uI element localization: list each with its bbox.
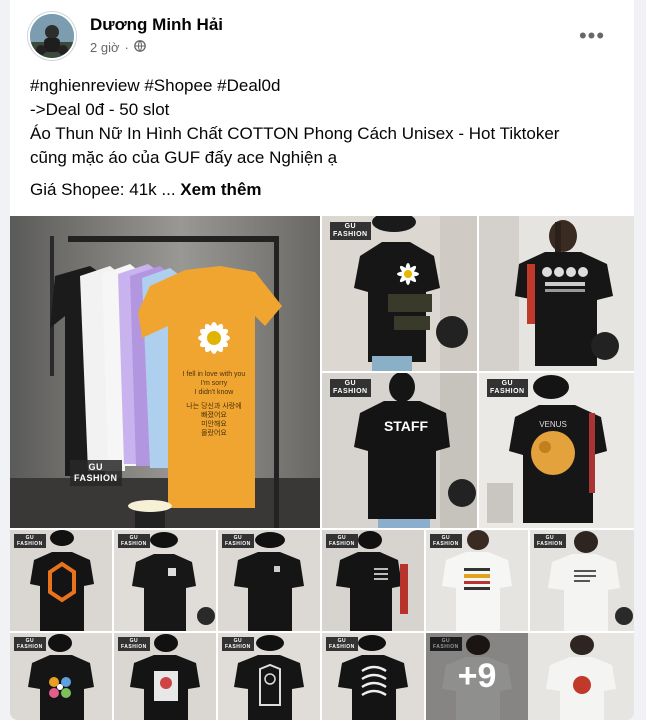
venus-print-text: VENUS (539, 420, 567, 429)
post-line-hashtags[interactable]: #nghienreview #Shopee #Deal0d (30, 74, 620, 98)
globe-icon[interactable] (133, 40, 146, 55)
watermark-gu-fashion: GU FASHION (118, 637, 150, 651)
post-meta: 2 giờ · (90, 40, 146, 55)
separator-dot: · (124, 40, 129, 55)
photo-anime-print[interactable]: GU FASHION (114, 633, 216, 720)
post-line-title: Áo Thun Nữ In Hình Chất COTTON Phong Các… (30, 124, 560, 143)
extra-photos-count[interactable]: +9 (426, 633, 528, 720)
watermark-gu-fashion: GU FASHION (326, 637, 358, 651)
watermark-gu-fashion: GU FASHION (70, 460, 122, 486)
watermark-gu-fashion: GU FASHION (222, 637, 254, 651)
post-text: #nghienreview #Shopee #Deal0d ->Deal 0đ … (30, 74, 620, 202)
svg-text:I fell in love with you: I fell in love with you (183, 371, 246, 378)
photo-wave-print[interactable]: GU FASHION (322, 633, 424, 720)
svg-text:빠졌어요: 빠졌어요 (201, 410, 227, 419)
watermark-gu-fashion: GU FASHION (330, 379, 371, 397)
photo-more-overlay[interactable]: GU FASHION +9 (426, 633, 634, 720)
post-header: Dương Minh Hải 2 giờ · ••• (10, 0, 634, 70)
photo-main-rack[interactable]: I fell in love with you I'm sorry I didn… (10, 216, 320, 528)
photo-grid: I fell in love with you I'm sorry I didn… (10, 216, 634, 720)
photo-plain-black[interactable]: GU FASHION (218, 530, 320, 631)
watermark-gu-fashion: GU FASHION (487, 379, 528, 397)
photo-white-colorprint[interactable]: GU FASHION (426, 530, 528, 631)
avatar[interactable] (30, 14, 74, 58)
photo-small-print-front[interactable]: GU FASHION (114, 530, 216, 631)
watermark-gu-fashion: GU FASHION (534, 534, 566, 548)
watermark-gu-fashion: GU FASHION (222, 534, 254, 548)
photo-moon-phases[interactable] (479, 216, 634, 371)
staff-print-text: STAFF (384, 418, 429, 434)
svg-text:나는 당신과 사랑에: 나는 당신과 사랑에 (186, 401, 241, 410)
photo-venus[interactable]: VENUS GU FASHION (479, 373, 634, 528)
watermark-gu-fashion: GU FASHION (14, 637, 46, 651)
photo-flower-back[interactable]: GU FASHION (10, 633, 112, 720)
watermark-gu-fashion: GU FASHION (14, 534, 46, 548)
post-line-deal: ->Deal 0đ - 50 slot (30, 100, 170, 119)
photo-daisy-back[interactable]: GU FASHION (322, 216, 477, 371)
more-options-icon: ••• (578, 23, 606, 48)
author-name[interactable]: Dương Minh Hải (90, 15, 223, 35)
price-text: Giá Shopee: 41k ... (30, 180, 181, 199)
photo-white-text[interactable]: GU FASHION (530, 530, 634, 631)
photo-line-art-print[interactable]: GU FASHION (218, 633, 320, 720)
post-time[interactable]: 2 giờ (90, 40, 120, 55)
more-options-button[interactable]: ••• (574, 18, 610, 54)
see-more-link[interactable]: Xem thêm (180, 180, 261, 199)
photo-orange-print-back[interactable]: GU FASHION (10, 530, 112, 631)
watermark-gu-fashion: GU FASHION (118, 534, 150, 548)
watermark-gu-fashion: GU FASHION (326, 534, 358, 548)
photo-text-print[interactable]: GU FASHION (322, 530, 424, 631)
svg-text:몰랐어요: 몰랐어요 (201, 428, 227, 437)
watermark-gu-fashion: GU FASHION (330, 222, 371, 240)
post-line-subtitle: cũng mặc áo của GUF đấy ace Nghiện ạ (30, 148, 338, 167)
svg-text:미안해요: 미안해요 (201, 419, 227, 428)
watermark-gu-fashion: GU FASHION (430, 534, 462, 548)
svg-text:I'm sorry: I'm sorry (201, 380, 228, 387)
post-card: Dương Minh Hải 2 giờ · ••• #nghienreview… (10, 0, 634, 720)
photo-staff[interactable]: STAFF GU FASHION (322, 373, 477, 528)
svg-text:I didn't know: I didn't know (195, 389, 235, 396)
post-price-line: Giá Shopee: 41k ... Xem thêm (30, 178, 620, 202)
